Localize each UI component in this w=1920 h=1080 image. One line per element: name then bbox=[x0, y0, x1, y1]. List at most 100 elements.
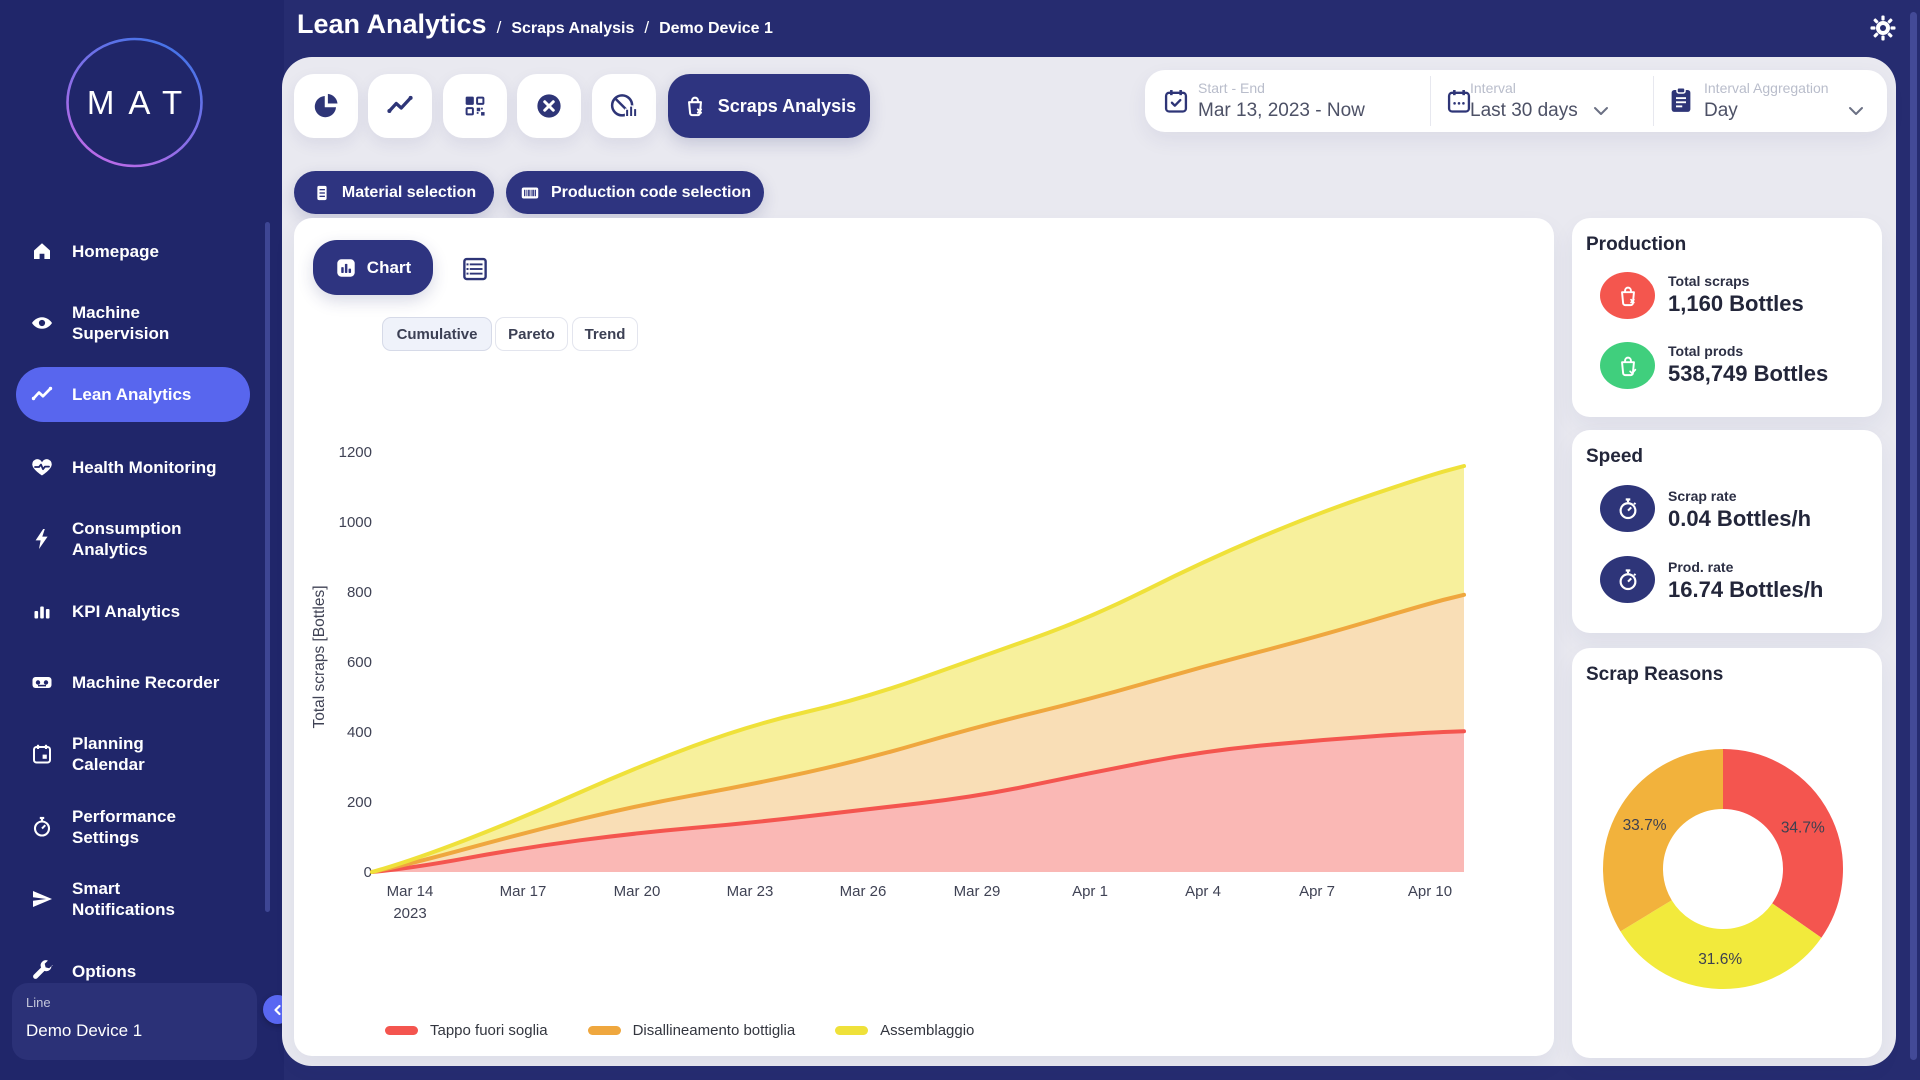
tab-pareto[interactable]: Pareto bbox=[495, 317, 568, 351]
view-button-x[interactable] bbox=[517, 74, 581, 138]
x-tick-label: 2023 bbox=[393, 905, 426, 922]
interval-value[interactable]: Last 30 days bbox=[1470, 100, 1578, 122]
sidebar-item-consumption-analytics[interactable]: Consumption Analytics bbox=[0, 518, 284, 560]
total-scraps-value: 1,160 Bottles bbox=[1668, 291, 1804, 317]
x-tick-label: Mar 29 bbox=[954, 883, 1001, 900]
calendar-check-icon bbox=[1162, 87, 1190, 115]
aggregation-label: Interval Aggregation bbox=[1704, 80, 1829, 96]
line-chart-icon bbox=[385, 91, 415, 121]
stopwatch-icon bbox=[30, 815, 54, 839]
view-button-line[interactable] bbox=[368, 74, 432, 138]
y-tick-label: 1000 bbox=[339, 514, 372, 531]
sidebar-item-options[interactable]: Options bbox=[0, 956, 284, 986]
stacked-area-chart: Total scraps [Bottles]020040060080010001… bbox=[300, 360, 1540, 940]
sidebar-item-label: Machine Supervision bbox=[72, 302, 257, 344]
total-prods-icon-badge bbox=[1600, 342, 1655, 389]
scrap-rate-value: 0.04 Bottles/h bbox=[1668, 506, 1811, 532]
tab-cumulative[interactable]: Cumulative bbox=[382, 317, 492, 351]
production-code-selection-button[interactable]: Production code selection bbox=[506, 171, 764, 214]
interval-label: Interval bbox=[1470, 80, 1516, 96]
send-icon bbox=[30, 887, 54, 911]
sidebar-item-smart-notifications[interactable]: Smart Notifications bbox=[0, 878, 284, 920]
sidebar-item-machine-recorder[interactable]: Machine Recorder bbox=[0, 667, 284, 697]
divider bbox=[1430, 76, 1431, 126]
view-button-pie[interactable] bbox=[294, 74, 358, 138]
bag-x-icon bbox=[682, 93, 708, 119]
x-tick-label: Mar 14 bbox=[387, 883, 434, 900]
scraps-analysis-label: Scraps Analysis bbox=[718, 96, 856, 117]
chevron-down-icon[interactable] bbox=[1848, 106, 1864, 116]
chart-card: Chart Cumulative Pareto Trend Total scra… bbox=[294, 218, 1554, 1056]
legend-swatch bbox=[588, 1026, 621, 1035]
chart-button-icon bbox=[335, 257, 357, 279]
scrap-rate-icon-badge bbox=[1600, 485, 1655, 532]
page-title: Lean Analytics bbox=[297, 9, 487, 40]
donut-slice-label: 33.7% bbox=[1623, 817, 1667, 834]
bag-x-icon bbox=[1615, 283, 1641, 309]
breadcrumb-item[interactable]: Demo Device 1 bbox=[659, 20, 773, 38]
scrap-reasons-card: Scrap Reasons 34.7%31.6%33.7% bbox=[1572, 648, 1882, 1058]
x-tick-label: Mar 26 bbox=[840, 883, 887, 900]
speed-title: Speed bbox=[1586, 446, 1643, 468]
sidebar-item-lean-analytics[interactable]: Lean Analytics bbox=[16, 367, 250, 422]
x-tick-label: Apr 1 bbox=[1072, 883, 1108, 900]
grid-icon bbox=[461, 92, 489, 120]
logo-text: MAT bbox=[65, 37, 204, 168]
table-view-icon[interactable] bbox=[460, 254, 490, 284]
sidebar-scrollbar[interactable] bbox=[265, 222, 270, 912]
sidebar-item-label: Planning Calendar bbox=[72, 733, 257, 775]
donut-slice-1 bbox=[1723, 779, 1813, 921]
tab-trend[interactable]: Trend bbox=[572, 317, 638, 351]
sidebar-item-machine-supervision[interactable]: Machine Supervision bbox=[0, 302, 284, 344]
scraps-analysis-button[interactable]: Scraps Analysis bbox=[668, 74, 870, 138]
chevron-down-icon[interactable] bbox=[1593, 106, 1609, 116]
stopwatch-icon bbox=[1615, 496, 1641, 522]
y-tick-label: 800 bbox=[347, 584, 372, 601]
legend-label: Disallineamento bottiglia bbox=[633, 1022, 796, 1039]
prod-rate-value: 16.74 Bottles/h bbox=[1668, 577, 1823, 603]
page-scrollbar[interactable] bbox=[1910, 12, 1917, 1060]
device-selector[interactable]: Line Demo Device 1 bbox=[12, 983, 257, 1060]
production-card: Production Total scraps 1,160 Bottles To… bbox=[1572, 218, 1882, 417]
tab-label: Cumulative bbox=[397, 326, 478, 343]
sidebar-item-performance-settings[interactable]: Performance Settings bbox=[0, 806, 284, 848]
scrap-rate-label: Scrap rate bbox=[1668, 488, 1736, 504]
chart-view-button[interactable]: Chart bbox=[313, 240, 433, 295]
y-tick-label: 200 bbox=[347, 794, 372, 811]
sidebar-item-label: Options bbox=[72, 961, 257, 982]
eye-icon bbox=[30, 311, 54, 335]
trend-icon bbox=[30, 383, 54, 407]
divider bbox=[1653, 76, 1654, 126]
sidebar-item-label: Lean Analytics bbox=[72, 384, 250, 405]
total-prods-label: Total prods bbox=[1668, 343, 1743, 359]
prod-rate-icon-badge bbox=[1600, 556, 1655, 603]
material-selection-button[interactable]: Material selection bbox=[294, 171, 494, 214]
sidebar-item-kpi-analytics[interactable]: KPI Analytics bbox=[0, 596, 284, 626]
settings-gear-icon[interactable] bbox=[1869, 14, 1897, 42]
aggregation-value[interactable]: Day bbox=[1704, 100, 1738, 122]
sidebar-item-homepage[interactable]: Homepage bbox=[0, 236, 284, 266]
material-icon bbox=[312, 183, 332, 203]
view-button-scrap[interactable] bbox=[592, 74, 656, 138]
start-end-label: Start - End bbox=[1198, 80, 1265, 96]
bolt-icon bbox=[30, 527, 54, 551]
total-scraps-label: Total scraps bbox=[1668, 273, 1749, 289]
y-tick-label: 1200 bbox=[339, 444, 372, 461]
legend-swatch bbox=[385, 1026, 418, 1035]
pie-chart-icon bbox=[311, 91, 341, 121]
device-selector-value: Demo Device 1 bbox=[26, 1021, 142, 1041]
sidebar-item-planning-calendar[interactable]: Planning Calendar bbox=[0, 733, 284, 775]
device-selector-label: Line bbox=[26, 995, 51, 1010]
wrench-icon bbox=[30, 959, 54, 983]
chart-view-label: Chart bbox=[367, 258, 411, 278]
clipboard-icon bbox=[1666, 85, 1696, 115]
breadcrumb-item[interactable]: Scraps Analysis bbox=[511, 20, 634, 38]
sidebar-item-label: Consumption Analytics bbox=[72, 518, 257, 560]
start-end-value[interactable]: Mar 13, 2023 - Now bbox=[1198, 100, 1365, 122]
sidebar-item-label: KPI Analytics bbox=[72, 601, 257, 622]
legend-label: Tappo fuori soglia bbox=[430, 1022, 548, 1039]
sidebar-item-health-monitoring[interactable]: Health Monitoring bbox=[0, 452, 284, 482]
breadcrumb-separator: / bbox=[644, 18, 649, 38]
view-button-grid[interactable] bbox=[443, 74, 507, 138]
y-axis-label: Total scraps [Bottles] bbox=[311, 585, 328, 728]
